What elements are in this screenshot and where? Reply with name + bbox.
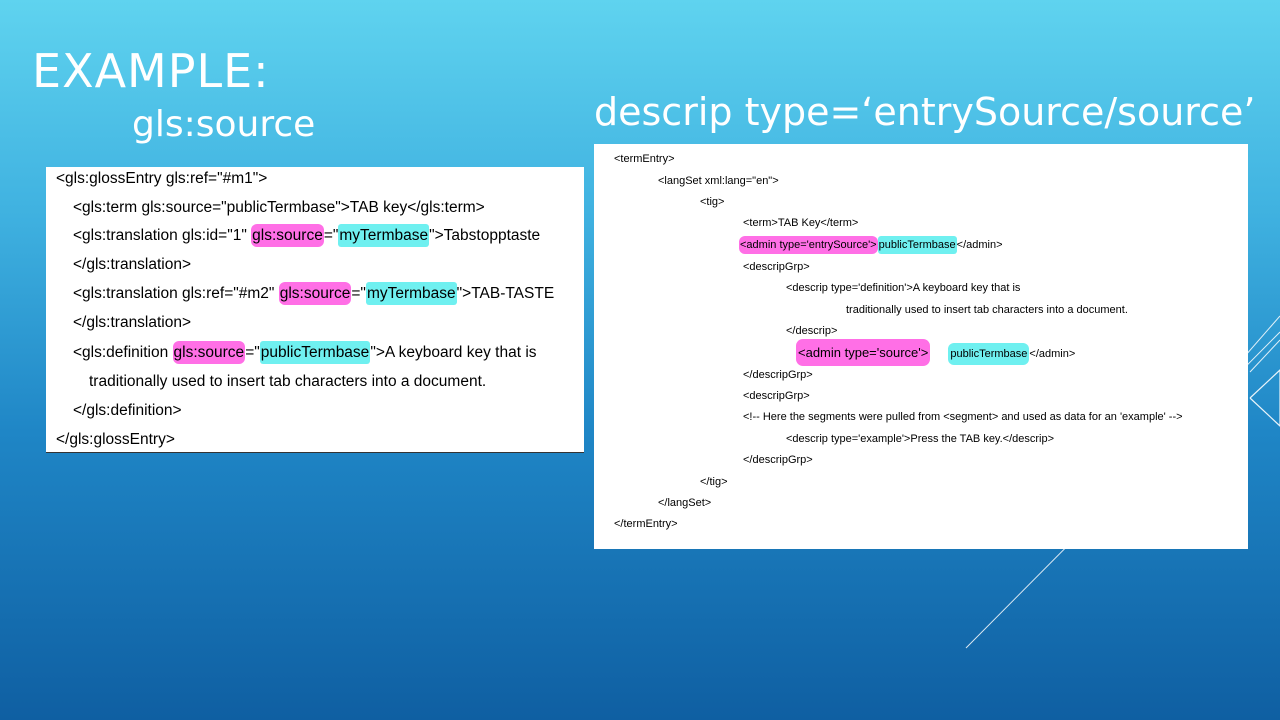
code-line: <admin type='source'> publicTermbase </adm…	[796, 339, 1075, 366]
pink-highlight: gls:source	[172, 341, 246, 364]
code-line: <gls:glossEntry gls:ref="#m1">	[56, 170, 268, 187]
right-subtitle: descrip type=‘entrySource/source’	[594, 90, 1256, 134]
code-line: <langSet xml:lang="en">	[658, 175, 779, 187]
code-line: <descripGrp>	[743, 261, 810, 273]
code-line: </langSet>	[658, 497, 712, 509]
cyan-highlight: myTermbase	[365, 282, 457, 305]
code-line: traditionally used to insert tab charact…	[89, 373, 487, 390]
code-line: <descripGrp>	[743, 390, 810, 402]
code-line: <termEntry>	[614, 153, 675, 165]
pink-highlight: <admin type='source'>	[796, 339, 931, 366]
code-line: traditionally used to insert tab charact…	[846, 304, 1128, 316]
cyan-highlight: publicTermbase	[259, 341, 371, 364]
code-line: <descrip type='definition'>A keyboard ke…	[786, 282, 1021, 294]
code-line: </termEntry>	[614, 518, 678, 530]
pink-highlight: gls:source	[278, 282, 352, 305]
code-line: </gls:translation>	[73, 314, 192, 331]
code-line: </descripGrp>	[743, 369, 813, 381]
code-line: <gls:term gls:source="publicTermbase">TA…	[73, 199, 485, 216]
tbx-code-panel: <termEntry> <langSet xml:lang="en"> <tig…	[594, 144, 1248, 549]
code-line: </tig>	[700, 476, 728, 488]
code-line: <!-- Here the segments were pulled from …	[743, 411, 1183, 423]
cyan-highlight: myTermbase	[338, 224, 430, 247]
code-line: <descrip type='example'>Press the TAB ke…	[786, 433, 1055, 445]
code-line: <gls:translation gls:ref="#m2" gls:sourc…	[73, 282, 554, 305]
pink-highlight: gls:source	[251, 224, 324, 247]
code-line: </gls:glossEntry>	[56, 431, 175, 448]
cyan-highlight: publicTermbase	[877, 236, 957, 254]
slide-title: EXAMPLE:	[32, 44, 270, 98]
code-line: </descrip>	[786, 325, 838, 337]
left-subtitle: gls:source	[132, 104, 316, 145]
code-line: </descripGrp>	[743, 454, 813, 466]
code-line: </gls:definition>	[73, 402, 182, 419]
code-line: <gls:definition gls:source="publicTermba…	[73, 341, 537, 364]
code-line: <term>TAB Key</term>	[743, 217, 859, 229]
code-line: <tig>	[700, 196, 725, 208]
cyan-highlight: publicTermbase	[948, 343, 1030, 365]
gls-code-panel: <gls:glossEntry gls:ref="#m1"> <gls:term…	[46, 167, 584, 453]
code-line: <admin type='entrySource'> publicTermbase…	[739, 236, 1003, 254]
code-line: </gls:translation>	[73, 256, 192, 273]
code-line: <gls:translation gls:id="1" gls:source="…	[73, 224, 540, 247]
pink-highlight: <admin type='entrySource'>	[739, 236, 878, 254]
